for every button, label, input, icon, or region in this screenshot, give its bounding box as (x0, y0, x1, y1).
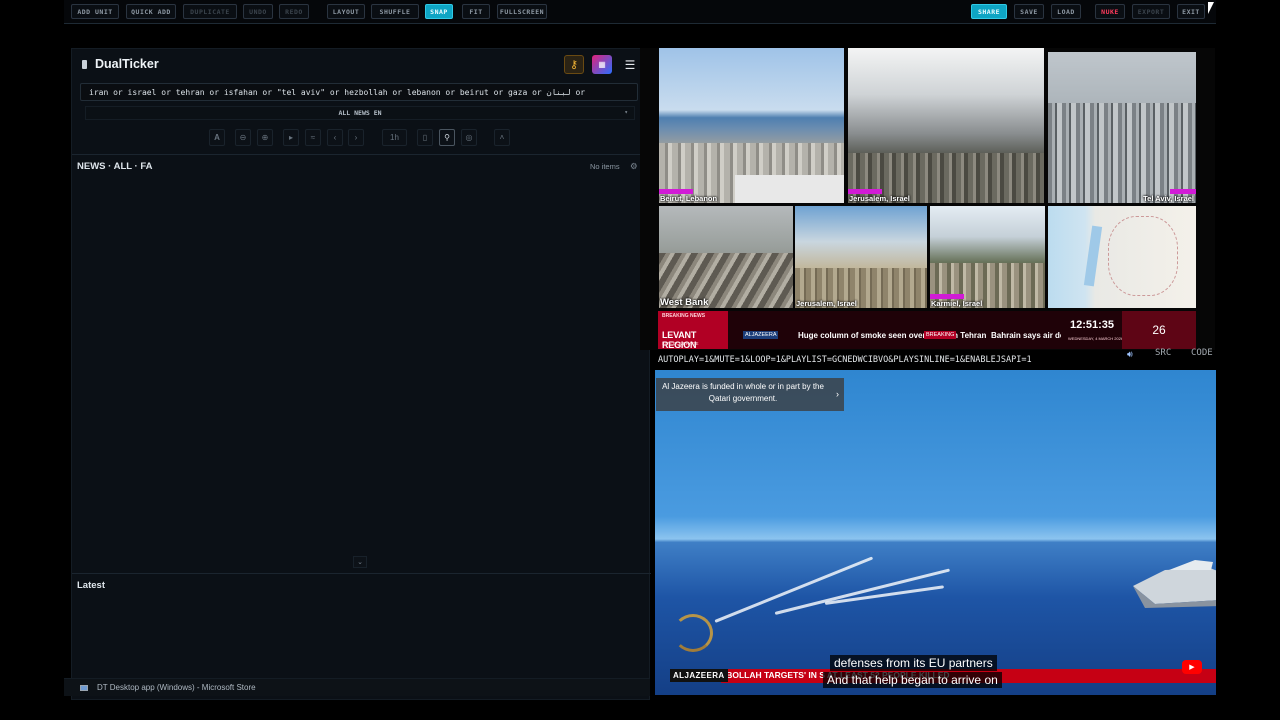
ticker-coverage: LIVE COVERAGE (662, 341, 699, 346)
desktop-icon (80, 684, 88, 691)
dualticker-panel: DualTicker ⚷ ▦ ☰ iran or israel or tehra… (71, 48, 651, 700)
share-button[interactable]: SHARE (971, 4, 1007, 19)
webcam-label: Jerusalem, Israel (849, 194, 910, 203)
top-toolbar: ADD UNIT QUICK ADD DUPLICATE UNDO REDO L… (64, 0, 1216, 24)
src-tab[interactable]: SRC (1155, 348, 1171, 358)
save-button[interactable]: SAVE (1014, 4, 1044, 19)
youtube-icon[interactable]: ▶ (1182, 660, 1202, 674)
expand-chevron-icon[interactable]: ⌄ (353, 556, 367, 568)
ticker-region: LEVANT REGION (662, 330, 697, 350)
undo-button[interactable]: UNDO (243, 4, 273, 19)
rooftop (735, 175, 844, 203)
shuffle-button[interactable]: SHUFFLE (371, 4, 419, 19)
funding-notice-text: Al Jazeera is funded in whole or in part… (662, 382, 824, 403)
aljazeera-logo (673, 614, 713, 652)
ticker-clock: 12:51:35 (1070, 319, 1115, 331)
feed-select[interactable]: ALL NEWS EN ▾ (85, 106, 635, 120)
section-divider (72, 573, 651, 574)
webcam-tile[interactable]: Tel Aviv, Israel (1048, 52, 1196, 203)
fullscreen-button[interactable]: FULLSCREEN (497, 4, 547, 19)
ship (1133, 560, 1216, 608)
map-border (1108, 216, 1178, 296)
webcam-label: Beirut, Lebanon (660, 194, 718, 203)
volume-icon[interactable]: 🔊︎ (1127, 349, 1133, 360)
mouse-cursor-icon (1208, 2, 1217, 14)
section-divider (72, 154, 651, 155)
ticker-temperature: 26 (1122, 311, 1196, 349)
gear-icon[interactable]: ⚙ (630, 161, 638, 172)
video-player[interactable]: Al Jazeera is funded in whole or in part… (655, 370, 1216, 695)
subtitle-line: defenses from its EU partners (830, 655, 997, 671)
chevron-down-icon: ▾ (624, 109, 628, 116)
funding-notice[interactable]: Al Jazeera is funded in whole or in part… (656, 378, 844, 411)
ticker-live-label: BREAKING NEWS (662, 313, 706, 319)
ticker-date: WEDNESDAY, 4 MARCH 2026 (1068, 336, 1124, 341)
time-range-button[interactable]: 1h (382, 129, 407, 146)
subtitle-line: And that help began to arrive on (823, 672, 1002, 688)
webcam-tile[interactable]: Jerusalem, Israel (848, 48, 1044, 203)
app-name: DualTicker (95, 57, 159, 71)
next-icon[interactable]: › (348, 129, 364, 146)
code-tab[interactable]: CODE (1191, 348, 1213, 358)
bookmark-icon[interactable]: ▯ (417, 129, 433, 146)
font-icon[interactable]: A (209, 129, 225, 146)
ticker-headline: Bahrain says air defence (991, 331, 1061, 340)
webcam-tile[interactable]: Beirut, Lebanon (659, 48, 844, 203)
webcam-label: Tel Aviv, Israel (1143, 194, 1194, 203)
ticker-source: ALJAZEERA (743, 331, 779, 339)
camera-icon[interactable]: ◎ (461, 129, 477, 146)
ticker-headline: Huge column of smoke seen over western T… (798, 331, 987, 340)
map-tile[interactable] (1048, 206, 1196, 308)
key-icon[interactable]: ⚷ (564, 55, 584, 74)
channel-name: ALJAZEERA (670, 669, 728, 682)
filter-icon[interactable]: ⚲ (439, 129, 455, 146)
map-feature (1083, 225, 1103, 287)
zoom-in-icon[interactable]: ⊕ (257, 129, 273, 146)
scroll-top-icon[interactable]: ˄ (494, 129, 510, 146)
ticker-source: BREAKING (924, 331, 957, 339)
nuke-button[interactable]: NUKE (1095, 4, 1125, 19)
latest-section-title: Latest (77, 580, 105, 591)
redo-button[interactable]: REDO (279, 4, 309, 19)
export-button[interactable]: EXPORT (1132, 4, 1170, 19)
exit-button[interactable]: EXIT (1177, 4, 1205, 19)
add-unit-button[interactable]: ADD UNIT (71, 4, 119, 19)
prev-icon[interactable]: ‹ (327, 129, 343, 146)
webcam-label: West Bank (660, 297, 709, 308)
webcam-tile[interactable]: Jerusalem, Israel (795, 206, 927, 308)
water-spray (774, 568, 951, 615)
feed-select-value: ALL NEWS EN (338, 109, 382, 117)
load-button[interactable]: LOAD (1051, 4, 1081, 19)
webcam-tile[interactable]: West Bank (659, 206, 793, 308)
broadcast-ticker: BREAKING NEWS LEVANT REGION LIVE COVERAG… (658, 311, 1196, 350)
store-link[interactable]: DT Desktop app (Windows) - Microsoft Sto… (64, 678, 650, 696)
collapse-icon[interactable]: ≈ (305, 129, 321, 146)
app-switch-icon[interactable]: ▦ (592, 55, 612, 74)
zoom-out-icon[interactable]: ⊖ (235, 129, 251, 146)
snap-button[interactable]: SNAP (425, 4, 453, 19)
fit-button[interactable]: FIT (462, 4, 490, 19)
app-logo-icon (82, 59, 87, 69)
menu-icon[interactable]: ☰ (620, 55, 640, 74)
embed-url: AUTOPLAY=1&MUTE=1&LOOP=1&PLAYLIST=GCNEDW… (658, 355, 1032, 365)
ticker-region-block: BREAKING NEWS LEVANT REGION LIVE COVERAG… (658, 311, 728, 350)
news-section-title: NEWS · ALL · FA (77, 161, 153, 172)
store-link-text: DT Desktop app (Windows) - Microsoft Sto… (97, 683, 256, 692)
app-brand: DualTicker (82, 57, 159, 71)
webcam-grid: Beirut, Lebanon Jerusalem, Israel Tel Av… (640, 48, 1215, 350)
play-icon[interactable]: ▸ (283, 129, 299, 146)
layout-button[interactable]: LAYOUT (327, 4, 365, 19)
chevron-right-icon: › (836, 389, 839, 399)
news-count: No items (590, 162, 620, 171)
water-spray (714, 556, 874, 623)
webcam-label: Jerusalem, Israel (796, 299, 857, 308)
quick-add-button[interactable]: QUICK ADD (126, 4, 176, 19)
search-query-input[interactable]: iran or israel or tehran or isfahan or "… (80, 83, 638, 101)
duplicate-button[interactable]: DUPLICATE (183, 4, 237, 19)
webcam-label: Karmiel, Israel (931, 299, 983, 308)
webcam-tile[interactable]: Karmiel, Israel (930, 206, 1045, 308)
